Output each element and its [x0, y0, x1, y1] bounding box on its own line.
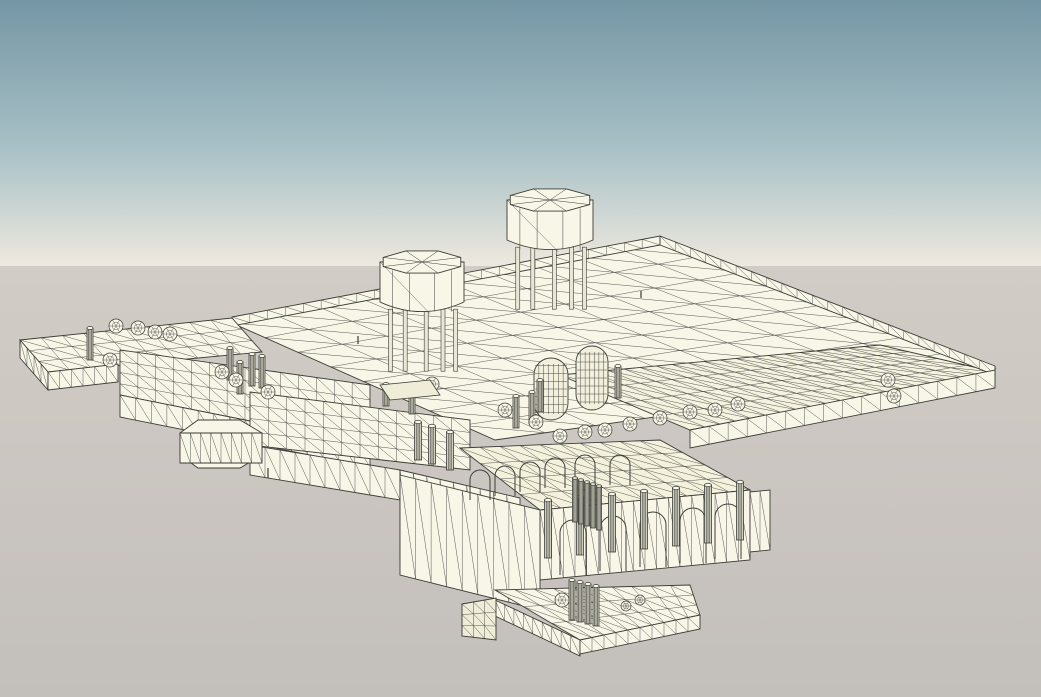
column [576, 580, 584, 623]
sphere-prop [577, 424, 593, 440]
sphere-prop [528, 414, 544, 430]
column [258, 354, 266, 389]
column [608, 491, 616, 553]
sphere-prop [130, 320, 146, 336]
sphere-prop [707, 402, 723, 418]
capsule-tank [575, 345, 609, 411]
sphere-prop [622, 416, 638, 432]
game-viewport[interactable] [0, 0, 1041, 697]
sphere-prop [554, 592, 570, 608]
column [446, 429, 454, 471]
sphere-prop [730, 396, 746, 412]
sphere-prop [108, 318, 124, 334]
column [414, 419, 422, 461]
sphere-prop [228, 372, 244, 388]
column [544, 497, 552, 559]
sphere-prop [162, 326, 178, 342]
sphere-prop [214, 364, 230, 380]
column [584, 582, 592, 625]
sphere-prop [886, 388, 902, 404]
column [578, 478, 584, 525]
sphere-prop [260, 384, 276, 400]
column [568, 578, 576, 621]
column [536, 378, 544, 413]
sphere-prop [652, 410, 668, 426]
sphere-prop [552, 428, 568, 444]
sphere-prop [147, 324, 163, 340]
sphere-prop [102, 352, 118, 368]
sphere-prop [682, 404, 698, 420]
scene-canvas[interactable] [0, 0, 1041, 697]
sphere-prop [597, 422, 613, 438]
sphere-prop [620, 600, 632, 612]
column [512, 394, 520, 429]
column [428, 423, 436, 465]
column [704, 482, 712, 544]
column [590, 482, 596, 529]
column [614, 364, 622, 399]
column [596, 484, 602, 531]
column [584, 480, 590, 527]
column [736, 479, 744, 541]
column [86, 326, 94, 361]
column [248, 352, 256, 387]
column [592, 584, 600, 627]
sphere-prop [497, 402, 513, 418]
column [572, 476, 578, 523]
sphere-prop [634, 594, 646, 606]
sphere-prop [880, 372, 896, 388]
column [640, 488, 648, 550]
column [672, 485, 680, 547]
